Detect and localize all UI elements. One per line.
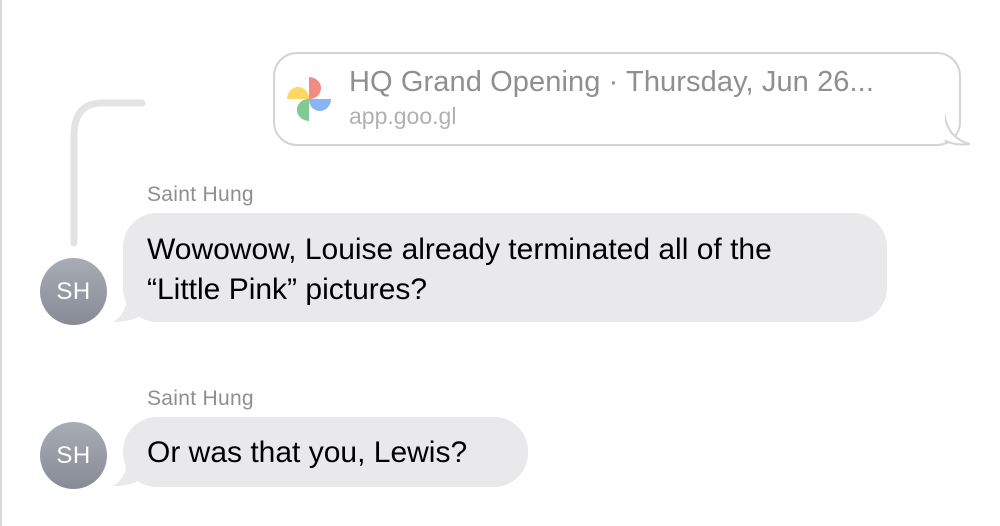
message-bubble[interactable]: Or was that you, Lewis? [123,417,528,487]
link-bubble-tail [940,110,971,146]
message-text-line: Wowowow, Louise already terminated all o… [147,233,772,266]
message-text-line: “Little Pink” pictures? [147,273,428,306]
google-photos-icon [287,77,331,121]
avatar-initials: SH [56,277,91,305]
avatar[interactable]: SH [40,422,107,489]
avatar-initials: SH [56,441,91,469]
avatar[interactable]: SH [40,258,107,325]
window-edge-divider [0,0,2,526]
message-text-line: Or was that you, Lewis? [147,436,468,469]
link-preview-domain: app.goo.gl [349,103,457,129]
link-preview-title[interactable]: HQ Grand Opening · Thursday, Jun 26... [349,66,874,99]
sender-name: Saint Hung [147,387,254,410]
sender-name: Saint Hung [147,183,254,206]
message-bubble[interactable]: Wowowow, Louise already terminated all o… [123,213,887,322]
